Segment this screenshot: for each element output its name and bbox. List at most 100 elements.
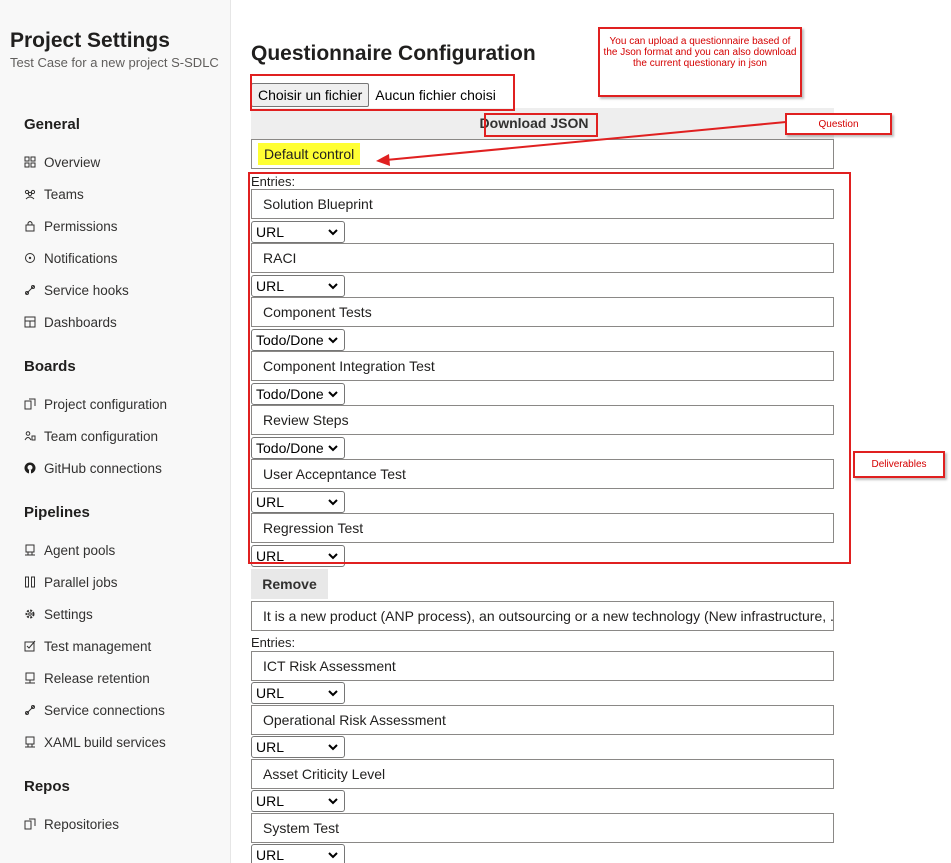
sidebar-item-test-management[interactable]: Test management	[24, 635, 151, 657]
sidebar-item-label: Permissions	[44, 218, 118, 234]
entry-text: Solution Blueprint	[263, 196, 373, 212]
question-input[interactable]: Default control	[251, 139, 834, 169]
entry-type-select[interactable]: URL	[251, 682, 345, 704]
entry-type-select[interactable]: URL	[251, 790, 345, 812]
entry-type-select[interactable]: Todo/Done	[251, 329, 345, 351]
entry-input[interactable]: Review Steps	[251, 405, 834, 435]
entry-type-select[interactable]: Todo/Done	[251, 437, 345, 459]
project-name-subtitle: Test Case for a new project S-SDLC	[10, 55, 219, 70]
remove-button[interactable]: Remove	[251, 569, 328, 599]
select-value: Todo/Done	[256, 386, 324, 402]
entry-input[interactable]: Component Tests	[251, 297, 834, 327]
sidebar-item-notifications[interactable]: Notifications	[24, 247, 118, 269]
question-input[interactable]: It is a new product (ANP process), an ou…	[251, 601, 834, 631]
upload-note-callout: You can upload a questionnaire based of …	[598, 27, 802, 97]
entry-type-select[interactable]: URL	[251, 491, 345, 513]
choose-file-button[interactable]: Choisir un fichier	[251, 83, 370, 107]
sidebar-item-label: Parallel jobs	[44, 574, 118, 590]
section-boards: Boards	[24, 358, 76, 375]
select-value: URL	[256, 224, 285, 240]
sidebar-item-team-configuration[interactable]: Team configuration	[24, 425, 158, 447]
sidebar-item-permissions[interactable]: Permissions	[24, 215, 118, 237]
entry-input[interactable]: User Accepntance Test	[251, 459, 834, 489]
entry-text: ICT Risk Assessment	[263, 658, 396, 674]
entry-input[interactable]: Operational Risk Assessment	[251, 705, 834, 735]
sidebar-item-label: XAML build services	[44, 734, 166, 750]
entry-text: System Test	[263, 820, 339, 836]
select-value: URL	[256, 494, 285, 510]
sidebar-item-label: Agent pools	[44, 542, 116, 558]
notification-icon	[24, 252, 36, 264]
sidebar-item-repositories[interactable]: Repositories	[24, 813, 119, 835]
sidebar-item-label: Release retention	[44, 670, 150, 686]
sidebar-item-settings[interactable]: Settings	[24, 603, 93, 625]
sidebar-item-project-configuration[interactable]: Project configuration	[24, 393, 167, 415]
chevron-down-icon	[328, 445, 338, 452]
entry-type-select[interactable]: Todo/Done	[251, 383, 345, 405]
project-settings-title: Project Settings	[10, 29, 170, 52]
select-value: URL	[256, 278, 285, 294]
entry-type-select[interactable]: URL	[251, 844, 345, 863]
download-json-button[interactable]: Download JSON	[480, 115, 589, 131]
sidebar-item-label: Test management	[44, 638, 152, 654]
select-value: URL	[256, 739, 285, 755]
github-icon	[24, 462, 36, 474]
sidebar-item-service-hooks[interactable]: Service hooks	[24, 279, 129, 301]
sidebar-item-label: Notifications	[44, 250, 118, 266]
entry-input[interactable]: Regression Test	[251, 513, 834, 543]
entry-input[interactable]: Asset Criticity Level	[251, 759, 834, 789]
sidebar-item-service-connections[interactable]: Service connections	[24, 699, 165, 721]
sidebar-item-parallel-jobs[interactable]: Parallel jobs	[24, 571, 118, 593]
chevron-down-icon	[328, 499, 338, 506]
app-window: Project Settings Test Case for a new pro…	[0, 0, 951, 863]
section-repos: Repos	[24, 778, 70, 795]
chevron-down-icon	[328, 553, 338, 560]
chevron-down-icon	[328, 690, 338, 697]
sidebar-item-release-retention[interactable]: Release retention	[24, 667, 150, 689]
sidebar-item-xaml-build-services[interactable]: XAML build services	[24, 731, 166, 753]
service-hooks-icon	[24, 284, 36, 296]
chevron-down-icon	[328, 229, 338, 236]
question-text: It is a new product (ANP process), an ou…	[263, 608, 834, 624]
sidebar-item-label: Dashboards	[44, 314, 117, 330]
entry-type-select[interactable]: URL	[251, 736, 345, 758]
entry-input[interactable]: ICT Risk Assessment	[251, 651, 834, 681]
service-connections-icon	[24, 704, 36, 716]
download-bar: Download JSON	[251, 108, 834, 140]
file-status-text: Aucun fichier choisi	[375, 87, 496, 103]
section-pipelines: Pipelines	[24, 504, 90, 521]
sidebar-item-dashboards[interactable]: Dashboards	[24, 311, 117, 333]
sidebar-item-github-connections[interactable]: GitHub connections	[24, 457, 162, 479]
question-note-text: Question	[818, 119, 859, 130]
test-management-icon	[24, 640, 36, 652]
select-value: URL	[256, 548, 285, 564]
entry-input[interactable]: Component Integration Test	[251, 351, 834, 381]
entry-type-select[interactable]: URL	[251, 545, 345, 567]
entry-input[interactable]: Solution Blueprint	[251, 189, 834, 219]
chevron-down-icon	[328, 337, 338, 344]
select-value: Todo/Done	[256, 440, 324, 456]
entry-input[interactable]: RACI	[251, 243, 834, 273]
settings-sidebar: Project Settings Test Case for a new pro…	[0, 0, 231, 863]
chevron-down-icon	[328, 283, 338, 290]
entry-text: Asset Criticity Level	[263, 766, 386, 782]
team-config-icon	[24, 430, 36, 442]
sidebar-item-agent-pools[interactable]: Agent pools	[24, 539, 115, 561]
entry-type-select[interactable]: URL	[251, 275, 345, 297]
entry-input[interactable]: System Test	[251, 813, 834, 843]
chevron-down-icon	[328, 744, 338, 751]
entry-text: User Accepntance Test	[263, 466, 406, 482]
file-upload-row: Choisir un fichier Aucun fichier choisi	[251, 82, 496, 108]
parallel-jobs-icon	[24, 576, 36, 588]
sidebar-item-label: Team configuration	[44, 428, 159, 444]
entries-label: Entries:	[251, 174, 296, 189]
release-retention-icon	[24, 672, 36, 684]
entry-text: RACI	[263, 250, 297, 266]
sidebar-item-teams[interactable]: Teams	[24, 183, 84, 205]
entry-text: Review Steps	[263, 412, 349, 428]
upload-note-text: You can upload a questionnaire based of …	[603, 36, 797, 69]
sidebar-item-overview[interactable]: Overview	[24, 151, 100, 173]
select-value: URL	[256, 793, 285, 809]
dashboard-icon	[24, 316, 36, 328]
entry-type-select[interactable]: URL	[251, 221, 345, 243]
